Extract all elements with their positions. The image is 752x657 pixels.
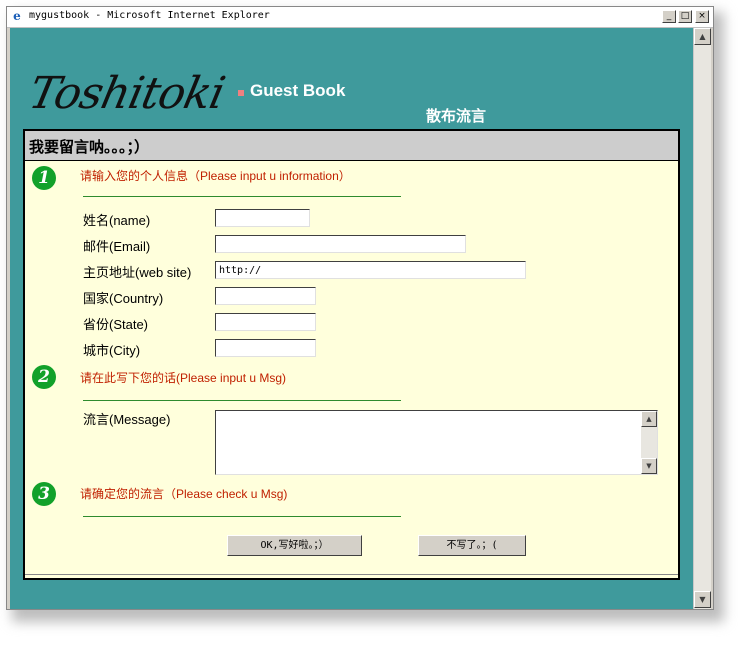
close-button[interactable]: × [695, 10, 709, 23]
email-label: 邮件(Email) [83, 239, 151, 254]
logo-dot [238, 90, 244, 96]
panel-header: 我要留言呐。。。；） [25, 131, 678, 161]
maximize-button[interactable]: □ [678, 10, 692, 23]
ie-logo-icon: e [13, 9, 21, 23]
message-scroll-down-icon[interactable]: ▼ [641, 458, 657, 474]
window-title: mygustbook - Microsoft Internet Explorer [29, 10, 270, 21]
page-scrollbar[interactable]: ▲ ▼ [693, 28, 711, 609]
step-2-icon: 2 [32, 365, 56, 389]
message-label: 流言(Message) [83, 412, 171, 427]
section-1-label: 请输入您的个人信息（Please input u information） [80, 169, 351, 183]
state-input[interactable] [215, 313, 316, 331]
message-scrollbar[interactable]: ▲ ▼ [641, 411, 657, 474]
browser-window: e mygustbook - Microsoft Internet Explor… [6, 6, 714, 610]
section-3-label: 请确定您的流言（Please check u Msg) [80, 487, 288, 501]
state-label: 省份(State) [83, 317, 149, 332]
email-input[interactable] [215, 235, 466, 253]
city-input[interactable] [215, 339, 316, 357]
minimize-button[interactable]: _ [662, 10, 676, 23]
panel-bottom-border [25, 574, 678, 578]
page-title: Guest Book [250, 81, 346, 100]
logo: Toshitoki [24, 68, 229, 119]
website-input[interactable] [215, 261, 526, 279]
panel-header-text: 我要留言呐。。。；） [29, 138, 150, 156]
section-2-divider [83, 400, 401, 401]
scroll-up-icon[interactable]: ▲ [694, 28, 711, 45]
page-content: Toshitoki Guest Book 散布流言 我要留言呐。。。；） 1 请… [10, 28, 693, 609]
section-1-divider [83, 196, 401, 197]
name-label: 姓名(name) [83, 213, 151, 228]
cancel-button[interactable]: 不写了。；( [418, 535, 526, 556]
title-bar: e mygustbook - Microsoft Internet Explor… [7, 7, 713, 28]
step-3-icon: 3 [32, 482, 56, 506]
page-subtitle: 散布流言 [426, 107, 487, 125]
website-label: 主页地址(web site) [83, 265, 192, 280]
country-label: 国家(Country) [83, 291, 164, 306]
section-2-label: 请在此写下您的话(Please input u Msg) [80, 371, 287, 385]
submit-button[interactable]: OK,写好啦。；） [227, 535, 362, 556]
message-scroll-up-icon[interactable]: ▲ [641, 411, 657, 427]
section-3-divider [83, 516, 401, 517]
guestbook-form-panel: 我要留言呐。。。；） 1 请输入您的个人信息（Please input u in… [23, 129, 680, 580]
message-textarea[interactable]: ▲ ▼ [215, 410, 658, 475]
city-label: 城市(City) [83, 343, 141, 358]
step-1-icon: 1 [32, 166, 56, 190]
scroll-down-icon[interactable]: ▼ [694, 591, 711, 608]
country-input[interactable] [215, 287, 316, 305]
name-input[interactable] [215, 209, 310, 227]
